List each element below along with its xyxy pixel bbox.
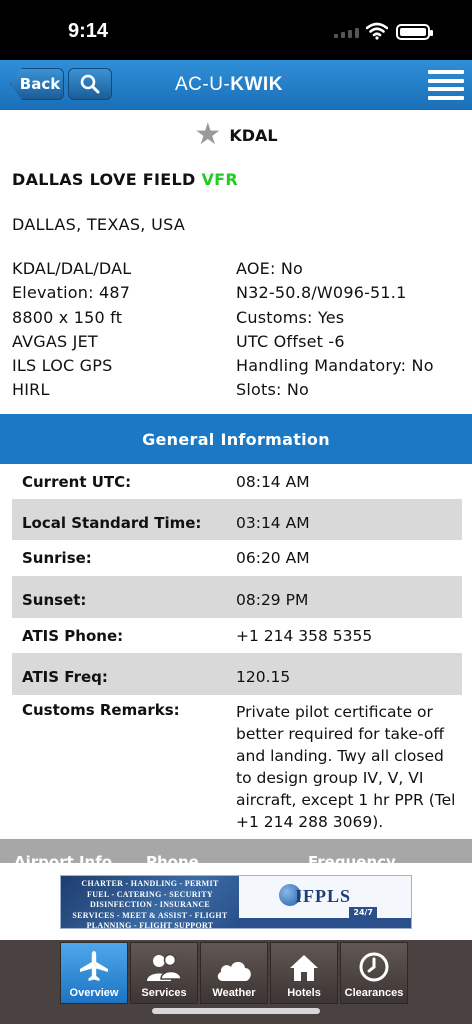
house-icon (290, 955, 318, 981)
airport-icao: KDAL (229, 125, 278, 145)
clock-icon (359, 952, 389, 982)
home-indicator[interactable] (152, 1008, 320, 1014)
ad-services: CHARTER - HANDLING - PERMIT FUEL - CATER… (61, 876, 239, 930)
details-row: 8800 x 150 ft Customs: Yes (12, 308, 462, 332)
detail-slots: Slots: No (236, 380, 310, 400)
detail-runway: 8800 x 150 ft (12, 307, 123, 327)
signal-icon (334, 28, 359, 38)
airport-details: KDAL/DAL/DAL AOE: No Elevation: 487 N32-… (12, 259, 462, 405)
tab-services[interactable]: Services (130, 942, 198, 1004)
logo-bold: KWIK (230, 74, 283, 95)
logo-tick: ´ (282, 74, 288, 88)
ad-line: FUEL - CATERING - SECURITY (87, 889, 213, 899)
ad-line: CHARTER - HANDLING - PERMIT (81, 879, 219, 888)
general-info-table: Current UTC: 08:14 AM Local Standard Tim… (12, 464, 462, 831)
detail-aoe: AOE: No (236, 259, 304, 278)
row-value: 08:29 PM (236, 591, 309, 609)
ad-line: PLANNING - FLIGHT SUPPORT (86, 921, 214, 930)
details-row: KDAL/DAL/DAL AOE: No (12, 259, 462, 283)
tab-overview[interactable]: Overview (60, 942, 128, 1004)
airport-name: DALLAS LOVE FIELD VFR (12, 170, 238, 189)
table-row: ATIS Phone: +1 214 358 5355 (12, 618, 462, 653)
col-airport-info: Airport Info (14, 853, 113, 863)
row-value[interactable]: +1 214 358 5355 (236, 627, 462, 645)
col-frequency: Frequency (308, 853, 396, 863)
status-time: 9:14 (68, 20, 109, 42)
details-row: ILS LOC GPS Handling Mandatory: No (12, 356, 462, 380)
table-row: Customs Remarks: Private pilot certifica… (12, 695, 462, 831)
app-logo: AC-U-KWIK´ (175, 74, 287, 96)
hamburger-icon-line (428, 78, 464, 83)
flight-category-badge: VFR (201, 170, 239, 189)
cloud-icon (217, 961, 251, 981)
tab-label: Overview (69, 987, 119, 999)
row-value: 08:14 AM (236, 472, 310, 491)
detail-handling: Handling Mandatory: No (236, 356, 434, 376)
row-label: Sunrise: (22, 549, 92, 567)
tab-label: Hotels (287, 987, 321, 999)
col-phone: Phone (146, 853, 199, 863)
ad-line: SERVICES - MEET & ASSIST - FLIGHT (72, 910, 228, 920)
tab-label: Weather (212, 987, 256, 999)
ad-brand: IFPLS 24/7 (239, 876, 411, 928)
row-label: Local Standard Time: (22, 513, 202, 532)
ad-brand-name: IFPLS (295, 886, 352, 906)
status-bar: 9:14 (0, 0, 472, 60)
tab-clearances[interactable]: Clearances (340, 942, 408, 1004)
hamburger-icon-line (428, 70, 464, 74)
row-value: 03:14 AM (236, 513, 310, 532)
detail-customs: Customs: Yes (236, 307, 345, 327)
wifi-icon (366, 22, 388, 40)
table-row: Local Standard Time: 03:14 AM (12, 499, 462, 540)
table-row: Sunrise: 06:20 AM (12, 540, 462, 576)
row-label: Customs Remarks: (22, 701, 180, 719)
tab-label: Clearances (344, 987, 404, 999)
details-row: Elevation: 487 N32-50.8/W096-51.1 (12, 283, 462, 307)
row-label: Sunset: (22, 591, 87, 609)
logo-prefix: AC-U- (175, 74, 231, 95)
row-label: ATIS Freq: (22, 668, 108, 686)
table-row: Sunset: 08:29 PM (12, 576, 462, 618)
detail-coordinates: N32-50.8/W096-51.1 (236, 283, 407, 303)
detail-approaches: ILS LOC GPS (12, 356, 113, 376)
search-button[interactable] (68, 68, 112, 100)
table-row: ATIS Freq: 120.15 (12, 653, 462, 695)
detail-identifiers: KDAL/DAL/DAL (12, 259, 132, 278)
back-button[interactable]: Back (10, 68, 64, 100)
row-label: ATIS Phone: (22, 626, 124, 645)
next-section-header: Airport Info Phone Frequency (0, 839, 472, 863)
tab-weather[interactable]: Weather (200, 942, 268, 1004)
menu-button[interactable] (428, 70, 464, 100)
ad-line: DISINFECTION - INSURANCE (89, 900, 211, 909)
airport-name-text: DALLAS LOVE FIELD (12, 170, 196, 189)
row-value: 120.15 (236, 668, 291, 686)
airplane-icon (80, 951, 108, 981)
detail-elevation: Elevation: 487 (12, 283, 131, 303)
hamburger-icon-line (428, 95, 464, 100)
detail-fuel: AVGAS JET (12, 331, 98, 351)
search-icon (80, 74, 100, 94)
favorite-star-icon[interactable]: ★ (194, 120, 221, 150)
hamburger-icon-line (428, 87, 464, 92)
ad-banner-area: CHARTER - HANDLING - PERMIT FUEL - CATER… (0, 863, 472, 940)
airport-id-header: ★ KDAL (0, 120, 472, 150)
battery-icon (396, 24, 433, 40)
airport-location: DALLAS, TEXAS, USA (12, 215, 186, 234)
ad-banner[interactable]: CHARTER - HANDLING - PERMIT FUEL - CATER… (60, 875, 412, 930)
detail-utc-offset: UTC Offset -6 (236, 331, 345, 351)
row-value: Private pilot certificate or better requ… (236, 703, 456, 831)
ad-footer-bar (239, 918, 411, 928)
row-value: 06:20 AM (236, 549, 310, 567)
ad-badge: 24/7 (349, 907, 377, 918)
tab-label: Services (141, 987, 187, 999)
row-label: Current UTC: (22, 472, 132, 491)
details-row: HIRL Slots: No (12, 380, 462, 404)
tab-hotels[interactable]: Hotels (270, 942, 338, 1004)
table-row: Current UTC: 08:14 AM (12, 464, 462, 499)
detail-lighting: HIRL (12, 380, 50, 400)
details-row: AVGAS JET UTC Offset -6 (12, 332, 462, 356)
nav-bar: Back AC-U-KWIK´ (0, 60, 472, 110)
general-info-header[interactable]: General Information (0, 414, 472, 464)
people-icon (147, 953, 182, 981)
